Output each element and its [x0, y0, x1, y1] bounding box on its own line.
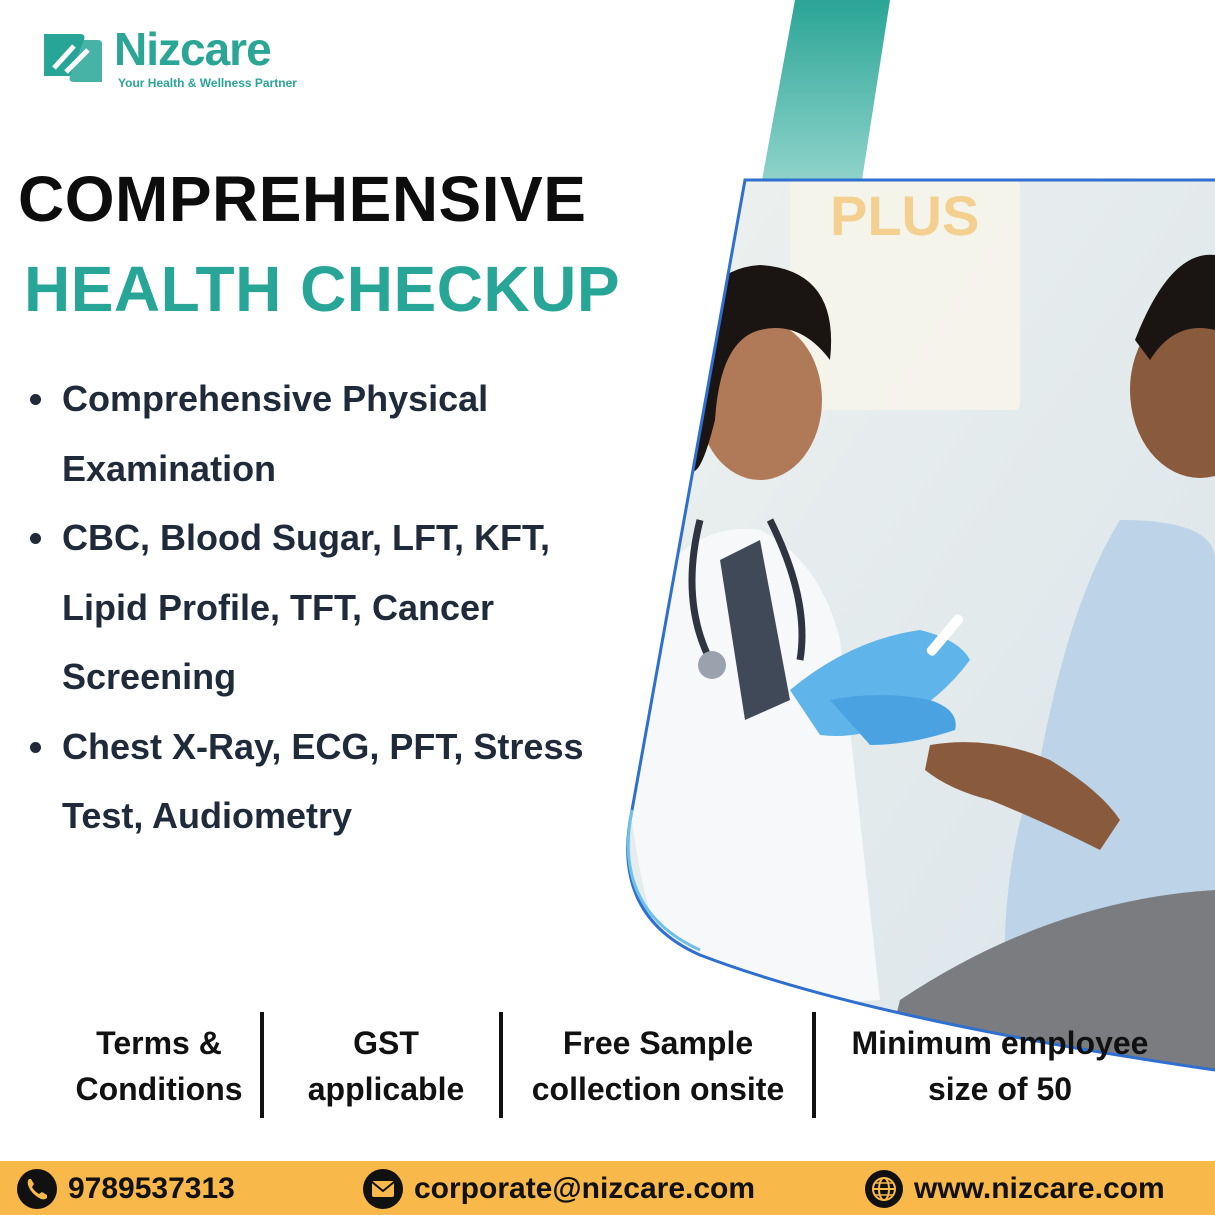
email-contact[interactable]: corporate@nizcare.com: [362, 1167, 755, 1211]
email-address: corporate@nizcare.com: [414, 1172, 756, 1205]
divider: [812, 1012, 816, 1118]
globe-icon: [865, 1170, 903, 1208]
website-url: www.nizcare.com: [914, 1172, 1165, 1205]
phone-contact[interactable]: 9789537313: [16, 1167, 235, 1211]
phone-icon: [17, 1169, 57, 1209]
svg-text:PLUS: PLUS: [830, 184, 979, 247]
contact-bar: 9789537313 corporate@nizcare.com www.niz…: [0, 1161, 1215, 1215]
phone-number: 9789537313: [68, 1172, 235, 1205]
term-minimum-employee: Minimum employee size of 50: [851, 1025, 1149, 1107]
website-contact[interactable]: www.nizcare.com: [864, 1167, 1165, 1211]
divider: [260, 1012, 264, 1118]
term-terms-conditions: Terms & Conditions: [75, 1025, 243, 1107]
terms-row: Terms & Conditions GST applicable Free S…: [0, 1008, 1215, 1118]
term-free-sample: Free Sample collection onsite: [531, 1025, 785, 1107]
divider: [499, 1012, 503, 1118]
mail-icon: [363, 1169, 403, 1209]
term-gst: GST applicable: [307, 1025, 465, 1107]
